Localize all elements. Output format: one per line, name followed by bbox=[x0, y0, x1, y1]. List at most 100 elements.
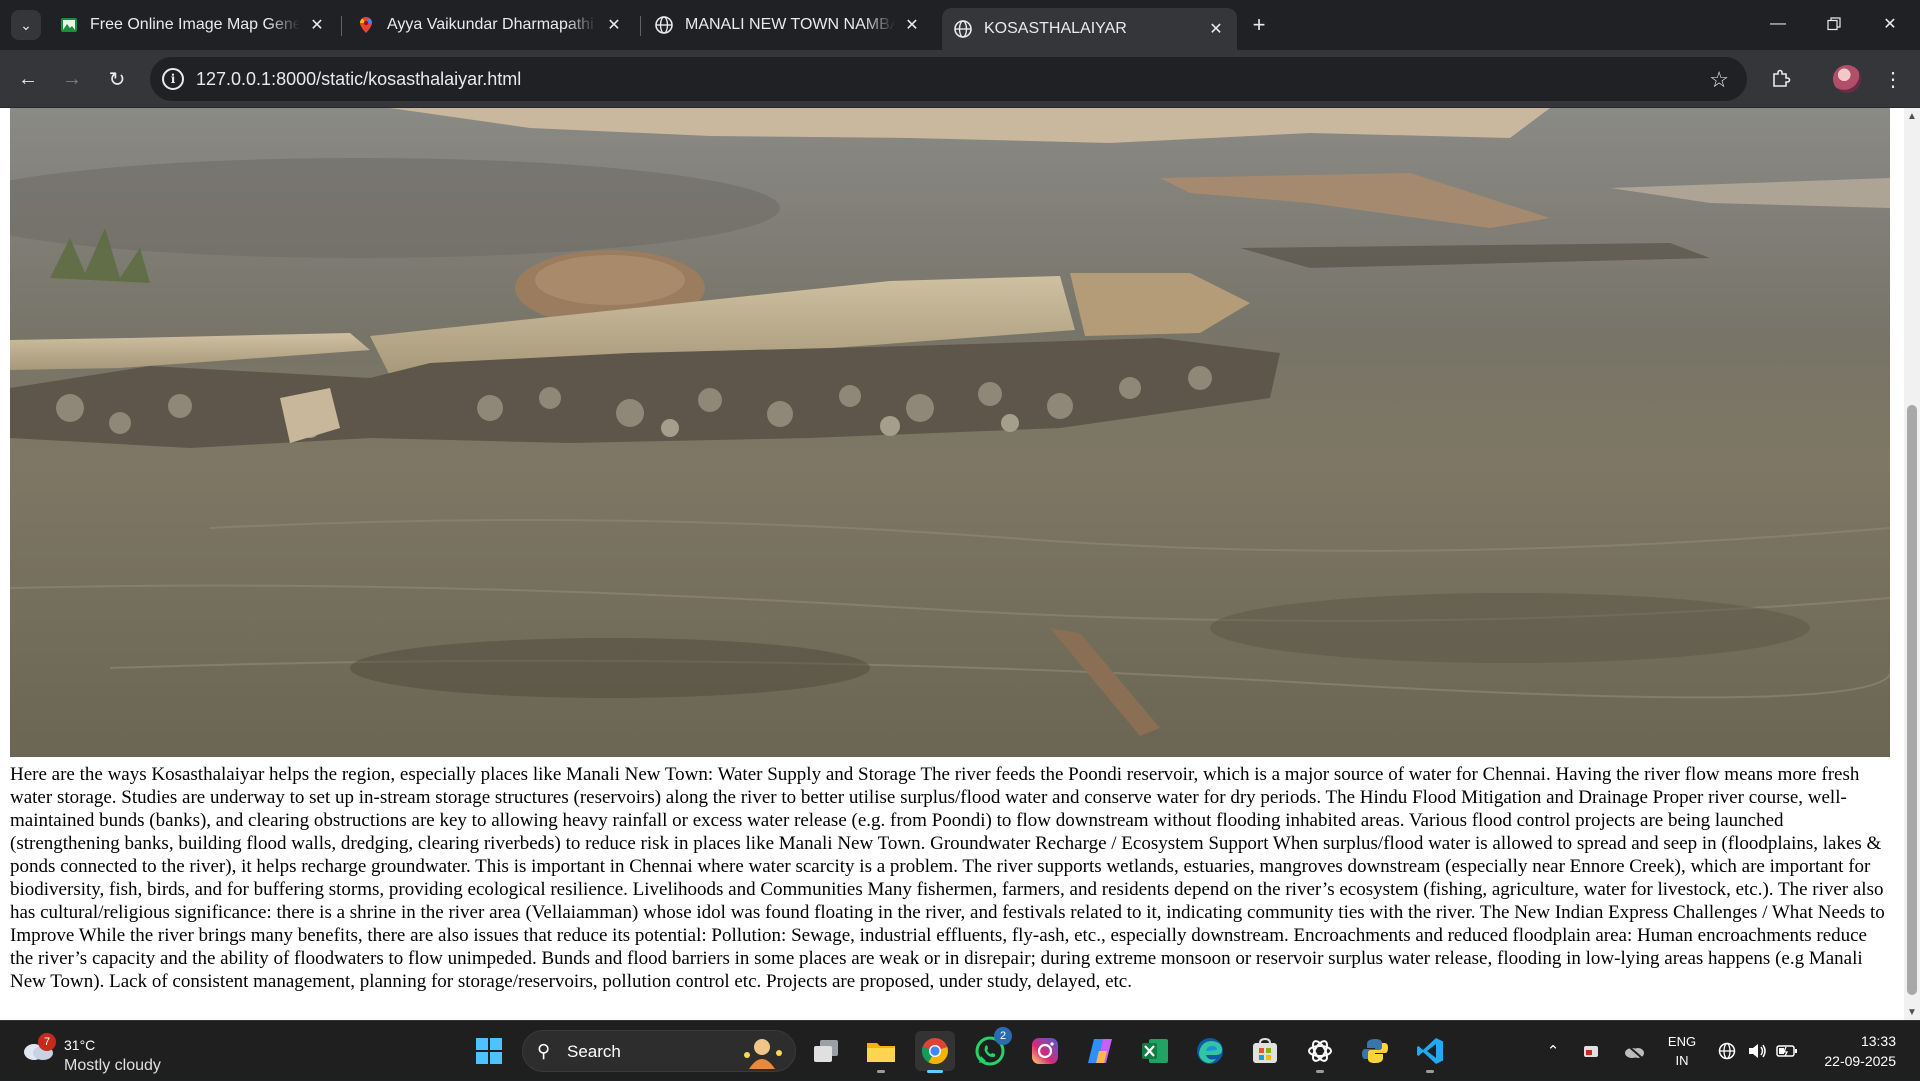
vscode-icon bbox=[1417, 1038, 1443, 1064]
globe-favicon bbox=[954, 20, 972, 38]
close-tab-icon[interactable]: ✕ bbox=[605, 16, 623, 34]
windows-logo-icon bbox=[476, 1038, 502, 1064]
tab-kosasthalaiyar[interactable]: KOSASTHALAIYAR ✕ bbox=[942, 8, 1237, 50]
file-explorer-app[interactable] bbox=[861, 1031, 901, 1073]
edge-app[interactable] bbox=[1190, 1031, 1230, 1071]
search-highlight-icon bbox=[744, 1039, 782, 1069]
site-info-icon[interactable]: i bbox=[162, 68, 184, 90]
scroll-up-icon[interactable]: ▲ bbox=[1904, 108, 1920, 124]
scroll-down-icon[interactable]: ▼ bbox=[1904, 1004, 1920, 1020]
speaker-icon bbox=[1749, 1044, 1766, 1058]
chatgpt-icon bbox=[1308, 1040, 1332, 1062]
taskbar-clock[interactable]: 13:33 22-09-2025 bbox=[1824, 1031, 1896, 1071]
address-bar[interactable]: i 127.0.0.1:8000/static/kosasthalaiyar.h… bbox=[150, 57, 1747, 101]
instagram-icon bbox=[1032, 1038, 1058, 1064]
tab-title: Ayya Vaikundar Dharmapathi - Google Maps bbox=[387, 16, 597, 33]
tab-manali-new-town[interactable]: MANALI NEW TOWN NAMBA ENGAL ✕ bbox=[643, 8, 933, 42]
language-code: ENG bbox=[1667, 1034, 1697, 1049]
weather-widget[interactable]: 7 31°C Mostly cloudy bbox=[20, 1029, 200, 1074]
whatsapp-app[interactable]: 2 bbox=[970, 1027, 1012, 1071]
profile-avatar[interactable] bbox=[1833, 65, 1861, 93]
minimize-icon: — bbox=[1770, 15, 1786, 32]
tab-google-maps[interactable]: Ayya Vaikundar Dharmapathi - Google Maps… bbox=[345, 8, 635, 42]
image-map-favicon bbox=[60, 16, 78, 34]
task-view-icon bbox=[814, 1040, 838, 1062]
language-indicator[interactable]: ENG IN bbox=[1662, 1021, 1702, 1081]
tab-title: MANALI NEW TOWN NAMBA ENGAL bbox=[685, 16, 895, 33]
weather-condition: Mostly cloudy bbox=[64, 1057, 161, 1074]
tab-separator bbox=[341, 16, 342, 36]
language-region: IN bbox=[1675, 1053, 1689, 1068]
tab-image-map[interactable]: Free Online Image Map Generator ✕ bbox=[48, 8, 338, 42]
page-scrollbar[interactable]: ▲ ▼ bbox=[1904, 108, 1920, 1020]
browser-toolbar: ← → ↻ i 127.0.0.1:8000/static/kosasthala… bbox=[0, 50, 1920, 108]
running-indicator bbox=[927, 1070, 943, 1073]
globe-favicon bbox=[655, 16, 673, 34]
volume-tray[interactable] bbox=[1744, 1021, 1770, 1081]
task-view-app[interactable] bbox=[806, 1031, 846, 1071]
close-tab-icon[interactable]: ✕ bbox=[1207, 20, 1225, 38]
clock-time: 13:33 bbox=[1860, 1033, 1896, 1049]
chrome-icon bbox=[921, 1038, 948, 1065]
windows-taskbar: 7 31°C Mostly cloudy ⚲ Search 2 ⌃ ENG IN… bbox=[0, 1020, 1920, 1080]
vscode-app[interactable] bbox=[1410, 1031, 1450, 1073]
arrow-left-icon: ← bbox=[18, 67, 38, 90]
tab-search-menu-button[interactable]: ⌄ bbox=[11, 10, 41, 40]
close-tab-icon[interactable]: ✕ bbox=[903, 16, 921, 34]
chevron-up-icon: ⌃ bbox=[1546, 1043, 1560, 1060]
store-app[interactable] bbox=[1245, 1031, 1285, 1071]
puzzle-icon bbox=[1773, 69, 1791, 87]
article-text: Here are the ways Kosasthalaiyar helps t… bbox=[10, 764, 1885, 992]
weather-temperature: 31°C bbox=[64, 1037, 96, 1053]
minimize-button[interactable]: — bbox=[1750, 0, 1806, 48]
running-indicator bbox=[1426, 1070, 1434, 1073]
store-icon bbox=[1253, 1037, 1277, 1063]
google-maps-favicon bbox=[357, 16, 375, 34]
cloud-offline-icon bbox=[1625, 1043, 1644, 1059]
clock-date: 22-09-2025 bbox=[1824, 1053, 1896, 1069]
reload-icon: ↻ bbox=[108, 68, 126, 91]
close-icon: ✕ bbox=[1883, 16, 1897, 33]
more-vert-icon: ⋮ bbox=[1883, 68, 1903, 91]
chrome-app[interactable] bbox=[915, 1031, 955, 1073]
back-button[interactable]: ← bbox=[12, 63, 44, 95]
forward-button[interactable]: → bbox=[56, 63, 88, 95]
bookmark-star-icon[interactable]: ☆ bbox=[1709, 67, 1729, 93]
close-tab-icon[interactable]: ✕ bbox=[308, 16, 326, 34]
app-tray-icon bbox=[1584, 1046, 1598, 1057]
search-label: Search bbox=[567, 1042, 621, 1061]
restore-icon bbox=[1827, 17, 1841, 31]
search-icon: ⚲ bbox=[537, 1041, 551, 1061]
battery-tray[interactable] bbox=[1774, 1021, 1800, 1081]
copilot-app[interactable] bbox=[1080, 1031, 1120, 1071]
weather-alert-badge: 7 bbox=[38, 1033, 56, 1051]
page-viewport: Here are the ways Kosasthalaiyar helps t… bbox=[0, 108, 1920, 1020]
new-tab-button[interactable]: + bbox=[1245, 11, 1273, 39]
instagram-app[interactable] bbox=[1025, 1031, 1065, 1071]
chrome-menu-button[interactable]: ⋮ bbox=[1877, 63, 1909, 95]
folder-icon bbox=[867, 1043, 895, 1062]
chatgpt-app[interactable] bbox=[1300, 1031, 1340, 1073]
url-text[interactable]: 127.0.0.1:8000/static/kosasthalaiyar.htm… bbox=[196, 69, 521, 90]
reload-button[interactable]: ↻ bbox=[101, 63, 133, 95]
running-indicator bbox=[877, 1070, 885, 1073]
copilot-icon bbox=[1088, 1039, 1112, 1063]
tray-app-icon[interactable] bbox=[1578, 1021, 1604, 1081]
python-app[interactable] bbox=[1355, 1031, 1395, 1071]
close-window-button[interactable]: ✕ bbox=[1862, 0, 1918, 48]
edge-icon bbox=[1197, 1038, 1223, 1064]
excel-icon bbox=[1142, 1039, 1168, 1063]
scrollbar-thumb[interactable] bbox=[1907, 405, 1917, 995]
restore-button[interactable] bbox=[1806, 0, 1862, 48]
start-button[interactable] bbox=[469, 1031, 509, 1071]
network-tray[interactable] bbox=[1714, 1021, 1740, 1081]
extensions-button[interactable] bbox=[1765, 63, 1797, 95]
river-check-dam-image bbox=[10, 108, 1890, 757]
taskbar-search[interactable]: ⚲ Search bbox=[522, 1030, 796, 1072]
running-indicator bbox=[1316, 1070, 1324, 1073]
show-hidden-icons-button[interactable]: ⌃ bbox=[1540, 1021, 1566, 1081]
excel-app[interactable] bbox=[1135, 1031, 1175, 1071]
battery-charging-icon bbox=[1776, 1045, 1797, 1057]
tab-title: Free Online Image Map Generator bbox=[90, 16, 300, 33]
onedrive-tray[interactable] bbox=[1620, 1021, 1648, 1081]
